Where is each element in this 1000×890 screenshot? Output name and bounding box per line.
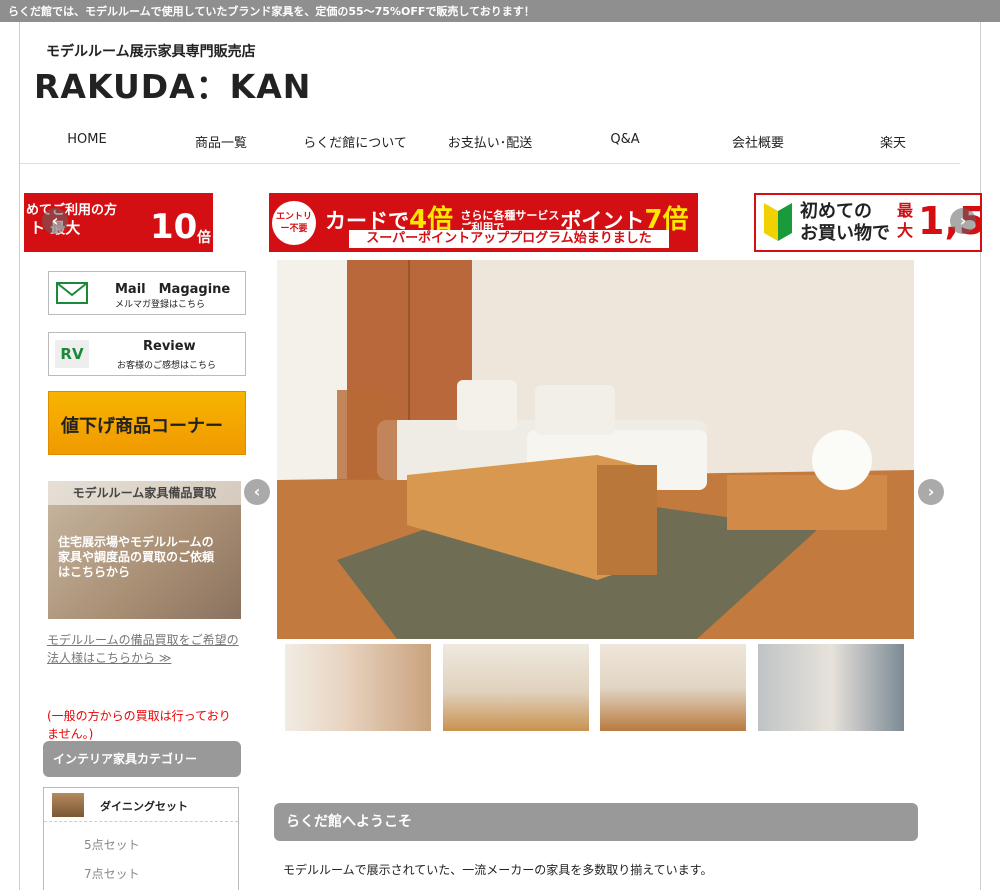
- hero-prev-arrow[interactable]: ‹: [244, 479, 270, 505]
- category-header: インテリア家具カテゴリー: [43, 741, 241, 777]
- buyback-note: (一般の方からの買取は行っておりません。): [47, 709, 231, 741]
- nav-qa[interactable]: Q&A: [610, 132, 639, 147]
- category-sub-7pc[interactable]: 7点セット: [84, 865, 140, 882]
- welcome-heading: らくだ館へようこそ: [274, 803, 918, 841]
- banner-first-purchase[interactable]: 初めての お買い物で 最 大 1,5: [754, 193, 982, 252]
- price-down-corner-banner[interactable]: 値下げ商品コーナー: [48, 391, 246, 455]
- hero-living-room-image[interactable]: [277, 260, 914, 639]
- entry-badge: エントリー不要: [272, 201, 316, 245]
- main-nav: HOME 商品一覧 らくだ館について お支払い･配送 Q&A 会社概要 楽天: [20, 120, 960, 164]
- nav-payment-shipping[interactable]: お支払い･配送: [448, 132, 533, 151]
- mail-magazine-button[interactable]: Mail Magagine メルマガ登録はこちら: [48, 271, 246, 315]
- thumbnail-living-tv[interactable]: [443, 644, 589, 731]
- shop-logo[interactable]: RAKUDA：KAN: [34, 60, 311, 108]
- nav-products[interactable]: 商品一覧: [195, 132, 247, 151]
- nav-home[interactable]: HOME: [67, 132, 106, 147]
- nav-company[interactable]: 会社概要: [732, 132, 784, 151]
- top-announcement-bar: らくだ館では、モデルルームで使用していたブランド家具を、定価の55～75%OFF…: [0, 0, 1000, 22]
- hero-next-arrow[interactable]: ›: [918, 479, 944, 505]
- banner-next-arrow[interactable]: ›: [950, 208, 976, 234]
- banner-prev-arrow[interactable]: ‹: [42, 208, 68, 234]
- envelope-icon: [56, 282, 88, 304]
- category-thumbnail: [52, 793, 84, 817]
- shop-subtitle: モデルルーム展示家具専門販売店: [46, 44, 256, 60]
- intro-text: モデルルームで展示されていた、一流メーカーの家具を多数取り揃えています。: [283, 863, 713, 877]
- review-button[interactable]: RV Review お客様のご感想はこちら: [48, 332, 246, 376]
- corporate-buyback-link[interactable]: モデルルームの備品買取をご希望の 法人様はこちらから ≫: [47, 631, 242, 667]
- category-sub-5pc[interactable]: 5点セット: [84, 836, 140, 853]
- living-room-illustration: [277, 260, 914, 639]
- category-list: ダイニングセット 5点セット 7点セット: [43, 787, 239, 890]
- banner-super-point-up[interactable]: エントリー不要 カードで4倍 さらに各種サービスご利用で ポイント7倍 スーパーポ…: [269, 193, 698, 252]
- furniture-buyback-banner[interactable]: モデルルーム家具備品買取 住宅展示場やモデルルームの 家具や調度品の買取のご依頼…: [48, 481, 241, 619]
- review-icon: RV: [55, 340, 89, 368]
- category-dining-set[interactable]: ダイニングセット: [44, 788, 238, 822]
- thumbnail-dining[interactable]: [285, 644, 431, 731]
- announcement-text: らくだ館では、モデルルームで使用していたブランド家具を、定価の55～75%OFF…: [8, 5, 535, 18]
- beginner-mark-icon: [764, 203, 792, 241]
- thumbnail-living-sofa[interactable]: [600, 644, 746, 731]
- nav-rakuten[interactable]: 楽天: [880, 132, 906, 151]
- banner-strip-text: スーパーポイントアッププログラム始まりました: [349, 230, 669, 248]
- thumbnail-bedroom[interactable]: [758, 644, 904, 731]
- nav-about[interactable]: らくだ館について: [303, 132, 407, 151]
